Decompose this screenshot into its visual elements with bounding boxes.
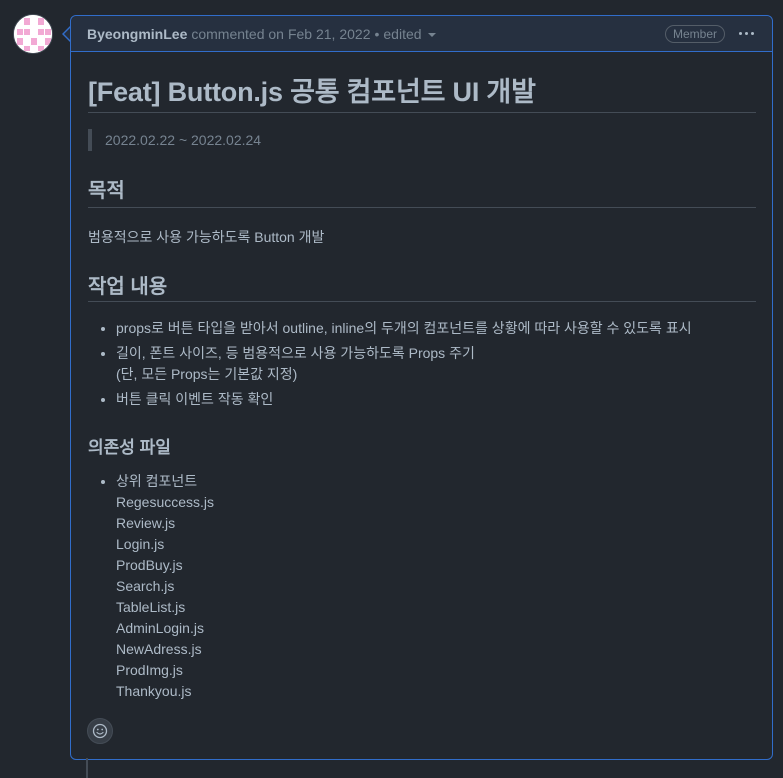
- identicon-avatar: [14, 15, 52, 53]
- edited-dropdown[interactable]: edited: [383, 25, 436, 42]
- comment-date[interactable]: Feb 21, 2022: [288, 26, 371, 42]
- work-list: props로 버튼 타입을 받아서 outline, inline의 두개의 컴…: [88, 318, 692, 410]
- file-name: Search.js: [116, 578, 175, 594]
- comment-action: commented on: [191, 25, 284, 42]
- purpose-heading: 목적: [88, 180, 125, 202]
- author-link[interactable]: ByeongminLee: [87, 26, 187, 42]
- file-name: ProdBuy.js: [116, 557, 183, 573]
- title-divider: [88, 112, 756, 113]
- deps-list: 상위 컴포넌트 Regesuccess.js Review.js Login.j…: [88, 471, 214, 702]
- file-name: Thankyou.js: [116, 683, 192, 699]
- purpose-divider: [88, 207, 756, 208]
- list-item: 길이, 폰트 사이즈, 등 범용적으로 사용 가능하도록 Props 주기 (단…: [116, 343, 692, 385]
- file-name: TableList.js: [116, 599, 186, 615]
- work-heading: 작업 내용: [88, 276, 168, 298]
- purpose-text: 범용적으로 사용 가능하도록 Button 개발: [88, 229, 325, 245]
- add-reaction-button[interactable]: [87, 718, 113, 744]
- meta-separator: •: [374, 25, 380, 42]
- file-name: Login.js: [116, 536, 165, 552]
- deps-heading: 의존성 파일: [88, 438, 171, 457]
- issue-comment: ByeongminLee commented on Feb 21, 2022 •…: [70, 15, 773, 760]
- smiley-icon: [92, 723, 108, 739]
- list-item: 상위 컴포넌트 Regesuccess.js Review.js Login.j…: [116, 471, 214, 702]
- member-badge: Member: [664, 24, 725, 43]
- list-item: 버튼 클릭 이벤트 작동 확인: [116, 389, 692, 410]
- timeline-connector: [86, 758, 88, 778]
- file-name: AdminLogin.js: [116, 620, 204, 636]
- chevron-down-icon: [427, 32, 436, 37]
- work-divider: [88, 301, 756, 302]
- edited-label: edited: [383, 25, 422, 42]
- deps-parent-label: 상위 컴포넌트: [116, 473, 198, 489]
- list-item: props로 버튼 타입을 받아서 outline, inline의 두개의 컴…: [116, 318, 692, 339]
- comment-header: ByeongminLee commented on Feb 21, 2022 •…: [71, 16, 772, 52]
- deps-files: Regesuccess.js Review.js Login.js ProdBu…: [116, 492, 214, 702]
- file-name: Regesuccess.js: [116, 494, 215, 510]
- file-name: Review.js: [116, 515, 176, 531]
- file-name: NewAdress.js: [116, 641, 202, 657]
- file-name: ProdImg.js: [116, 662, 183, 678]
- date-range-quote: 2022.02.22 ~ 2022.02.24: [88, 129, 261, 151]
- author-avatar[interactable]: [13, 14, 53, 54]
- kebab-horizontal-icon[interactable]: [737, 28, 756, 39]
- issue-title: [Feat] Button.js 공통 컴포넌트 UI 개발: [88, 77, 536, 107]
